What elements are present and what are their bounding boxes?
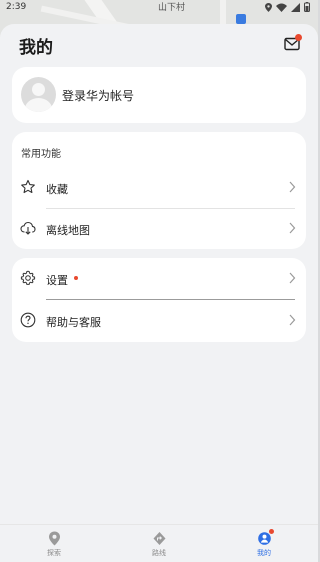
signal-icon xyxy=(291,2,300,12)
page-title: 我的 xyxy=(19,38,53,58)
section-label: 常用功能 xyxy=(21,149,61,160)
help-row[interactable]: 帮助与客服 xyxy=(12,300,306,340)
wifi-icon xyxy=(276,3,287,12)
common-functions-card: 常用功能 收藏 离线地图 xyxy=(12,132,306,249)
bottom-nav: 探索 路线 我的 xyxy=(0,524,318,562)
login-link[interactable]: 登录华为帐号 xyxy=(62,87,134,104)
avatar-body xyxy=(25,98,52,112)
chevron-right-icon xyxy=(289,222,296,234)
tab-label: 我的 xyxy=(257,549,271,557)
offline-map-label: 离线地图 xyxy=(46,224,90,237)
tab-routes[interactable]: 路线 xyxy=(129,529,189,561)
chevron-right-icon xyxy=(289,181,296,193)
header: 我的 xyxy=(0,24,318,64)
account-card[interactable]: 登录华为帐号 xyxy=(12,67,306,123)
avatar-head xyxy=(32,83,45,96)
tab-label: 探索 xyxy=(47,549,61,557)
tab-label: 路线 xyxy=(152,549,166,557)
location-status-icon xyxy=(265,2,272,12)
status-icons xyxy=(265,2,310,12)
settings-card: 设置 帮助与客服 xyxy=(12,258,306,342)
star-icon xyxy=(21,179,35,194)
favorites-label: 收藏 xyxy=(46,183,68,196)
gear-icon xyxy=(20,270,36,285)
avatar[interactable] xyxy=(21,77,56,112)
help-icon xyxy=(20,312,36,328)
chevron-right-icon xyxy=(289,314,296,326)
profile-sheet: 我的 登录华为帐号 常用功能 收藏 离线地图 设置 帮助与客服 xyxy=(0,24,318,562)
settings-label: 设置 xyxy=(46,274,68,287)
status-bar: 2:39 xyxy=(0,0,318,16)
status-time: 2:39 xyxy=(6,2,27,12)
tab-explore[interactable]: 探索 xyxy=(24,529,84,561)
route-icon xyxy=(153,532,166,545)
cloud-download-icon xyxy=(20,221,36,235)
settings-row[interactable]: 设置 xyxy=(12,258,306,298)
favorites-row[interactable]: 收藏 xyxy=(12,167,306,207)
tab-me[interactable]: 我的 xyxy=(234,529,294,561)
tab-me-badge-dot xyxy=(269,529,274,534)
location-pin-icon xyxy=(49,531,60,546)
battery-icon xyxy=(304,2,310,12)
help-label: 帮助与客服 xyxy=(46,316,101,329)
offline-map-row[interactable]: 离线地图 xyxy=(12,208,306,248)
settings-badge-dot xyxy=(74,276,78,280)
mail-notification-dot xyxy=(295,34,302,41)
chevron-right-icon xyxy=(289,272,296,284)
